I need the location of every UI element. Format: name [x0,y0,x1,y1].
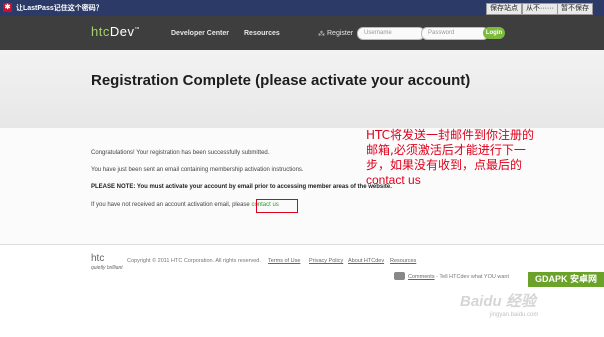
comments-link[interactable]: Comments [408,274,435,280]
lastpass-notification-bar: ✱ 让LastPass记住这个密码？ 保存站点 从不······ 暂不保存 [0,0,604,16]
username-input[interactable]: Username [357,27,425,40]
page-title: Registration Complete (please activate y… [91,72,471,89]
footer-htc-logo: htc [91,253,105,264]
footer-link-resources[interactable]: Resources [390,258,416,264]
email-sent-message: You have just been sent an email contain… [91,167,304,173]
password-input[interactable]: Password [421,27,489,40]
comment-icon [394,272,405,280]
annotation-highlight-box [256,199,298,213]
title-banner [0,50,604,128]
footer-tagline: quietly brilliant [91,265,123,271]
annotation-text: HTC将发送一封邮件到你注册的邮箱,必须激活后才能进行下一步，如果没有收到，点最… [366,128,535,187]
lastpass-icon: ✱ [3,3,12,12]
note-message: PLEASE NOTE: You must activate your acco… [91,184,392,190]
nav-resources[interactable]: Resources [244,30,280,37]
gdapk-watermark: GDAPK 安卓网 [528,272,604,287]
lastpass-not-now-button[interactable]: 暂不保存 [557,3,593,15]
htcdev-logo[interactable]: htcDev™ [91,24,140,39]
congrats-message: Congratulations! Your registration has b… [91,150,270,156]
register-icon: ⁂ [318,31,325,38]
not-received-message: If you have not received an account acti… [91,202,279,208]
lastpass-save-site-button[interactable]: 保存站点 [486,3,522,15]
login-button[interactable]: Login [483,27,505,39]
nav-developer-center[interactable]: Developer Center [171,30,229,37]
footer-link-privacy[interactable]: Privacy Policy [309,258,343,264]
baidu-watermark: Baidu 经验 [460,293,536,310]
comments-line: Comments - Tell HTCdev what YOU want [408,274,509,280]
site-header: htcDev™ Developer Center Resources ⁂ Reg… [0,16,604,50]
lastpass-prompt: 让LastPass记住这个密码？ [16,5,103,12]
copyright-text: Copyright © 2011 HTC Corporation. All ri… [127,258,261,264]
lastpass-never-button[interactable]: 从不······ [522,3,558,15]
register-link[interactable]: Register [327,30,353,37]
footer-link-terms[interactable]: Terms of Use [268,258,300,264]
baidu-url-watermark: jingyan.baidu.com [490,312,539,318]
footer-link-about[interactable]: About HTCdev [348,258,384,264]
